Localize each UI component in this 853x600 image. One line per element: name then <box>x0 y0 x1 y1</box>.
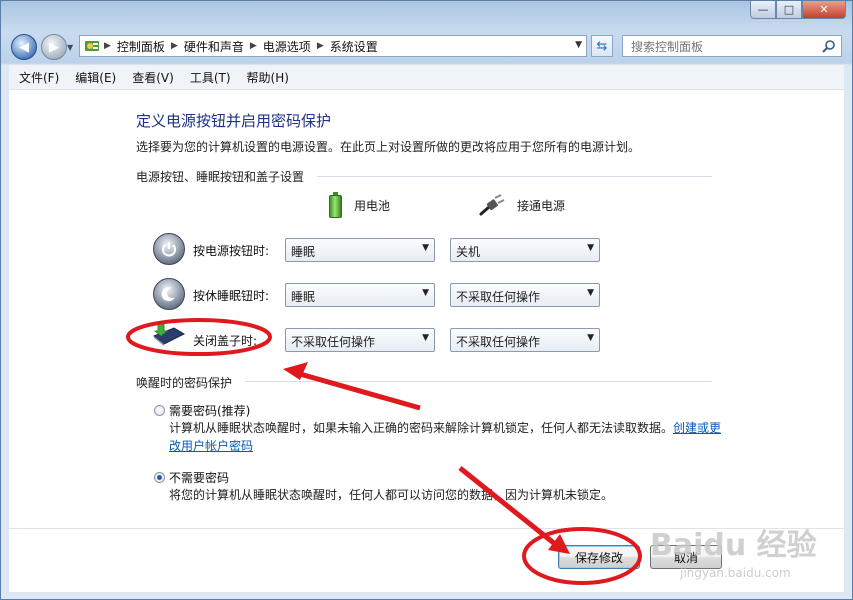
forward-arrow-icon: ▶ <box>49 39 59 55</box>
recent-pages-dropdown[interactable]: ▼ <box>67 43 73 52</box>
section-divider <box>317 176 712 177</box>
address-bar[interactable]: ▶ 控制面板 ▶ 硬件和声音 ▶ 电源选项 ▶ 系统设置 ▼ <box>79 35 587 57</box>
search-icon[interactable] <box>822 39 836 53</box>
save-changes-button[interactable]: 保存修改 <box>558 545 640 569</box>
dropdown-arrow-icon: ▼ <box>587 243 594 253</box>
dropdown-arrow-icon: ▼ <box>422 333 429 343</box>
close-button[interactable]: ✕ <box>802 1 846 19</box>
back-arrow-icon: ◀ <box>19 39 29 55</box>
no-password-label[interactable]: 不需要密码 <box>169 469 229 486</box>
back-button[interactable]: ◀ <box>11 34 37 60</box>
menu-edit[interactable]: 编辑(E) <box>75 69 116 86</box>
column-label-battery: 用电池 <box>354 198 391 213</box>
select-value: 不采取任何操作 <box>291 335 376 349</box>
window-controls: — □ ✕ <box>750 1 846 19</box>
section-heading-wake-password: 唤醒时的密码保护 <box>136 376 233 390</box>
control-panel-icon <box>85 41 99 51</box>
select-value: 睡眠 <box>291 245 316 259</box>
dropdown-arrow-icon: ▼ <box>587 288 594 298</box>
close-lid-plugged-select[interactable]: 不采取任何操作 ▼ <box>450 328 600 352</box>
row-label-close-lid: 关闭盖子时: <box>193 334 258 348</box>
sleep-button-battery-select[interactable]: 睡眠 ▼ <box>285 283 435 307</box>
address-dropdown-icon[interactable]: ▼ <box>575 40 582 50</box>
select-value: 不采取任何操作 <box>456 290 541 304</box>
refresh-icon: ⇆ <box>596 38 608 54</box>
breadcrumb: 控制面板 ▶ 硬件和声音 ▶ 电源选项 ▶ 系统设置 <box>117 38 378 55</box>
breadcrumb-chevron-icon[interactable]: ▶ <box>171 41 178 51</box>
power-button-plugged-select[interactable]: 关机 ▼ <box>450 238 600 262</box>
require-password-description: 计算机从睡眠状态唤醒时，如果未输入正确的密码来解除计算机锁定，任何人都无法读取数… <box>169 419 729 455</box>
require-password-desc-text: 计算机从睡眠状态唤醒时，如果未输入正确的密码来解除计算机锁定，任何人都无法读取数… <box>169 421 674 435</box>
control-panel-window: — □ ✕ ◀ ▶ ▼ ▶ 控制面板 ▶ 硬件和声音 ▶ 电源选项 ▶ 系统设置 <box>0 0 853 600</box>
menu-tools[interactable]: 工具(T) <box>190 69 231 86</box>
section-divider <box>245 381 712 382</box>
breadcrumb-hardware-sound[interactable]: 硬件和声音 <box>184 38 244 55</box>
power-button-icon <box>153 233 185 265</box>
require-password-label[interactable]: 需要密码(推荐) <box>169 402 250 419</box>
dropdown-arrow-icon: ▼ <box>422 288 429 298</box>
row-label-power-button: 按电源按钮时: <box>193 244 270 258</box>
close-lid-battery-select[interactable]: 不采取任何操作 ▼ <box>285 328 435 352</box>
laptop-lid-icon <box>153 323 186 346</box>
column-header-battery: 用电池 <box>329 192 390 218</box>
maximize-button[interactable]: □ <box>776 1 802 19</box>
page-description: 选择要为您的计算机设置的电源设置。在此页上对设置所做的更改将应用于您所有的电源计… <box>136 140 641 154</box>
no-password-description: 将您的计算机从睡眠状态唤醒时，任何人都可以访问您的数据，因为计算机未锁定。 <box>169 488 614 502</box>
sleep-button-icon <box>153 278 185 310</box>
search-box[interactable] <box>622 35 842 57</box>
section-heading-power-buttons: 电源按钮、睡眠按钮和盖子设置 <box>136 170 305 184</box>
battery-icon <box>329 192 342 218</box>
no-password-radio[interactable] <box>154 472 165 483</box>
minimize-button[interactable]: — <box>750 1 776 19</box>
menu-view[interactable]: 查看(V) <box>132 69 174 86</box>
forward-button[interactable]: ▶ <box>41 34 67 60</box>
refresh-button[interactable]: ⇆ <box>591 35 613 57</box>
baidu-watermark-url: jingyan.baidu.com <box>680 566 791 580</box>
page-title: 定义电源按钮并启用密码保护 <box>136 112 332 130</box>
dropdown-arrow-icon: ▼ <box>587 333 594 343</box>
dropdown-arrow-icon: ▼ <box>422 243 429 253</box>
select-value: 关机 <box>456 245 481 259</box>
breadcrumb-chevron-icon[interactable]: ▶ <box>317 41 324 51</box>
select-value: 睡眠 <box>291 290 316 304</box>
column-header-plugged-in: 接通电源 <box>479 194 565 216</box>
column-label-plugged-in: 接通电源 <box>517 198 566 213</box>
select-value: 不采取任何操作 <box>456 335 541 349</box>
sleep-button-plugged-select[interactable]: 不采取任何操作 ▼ <box>450 283 600 307</box>
search-input[interactable] <box>629 37 823 57</box>
title-bar: — □ ✕ ◀ ▶ ▼ ▶ 控制面板 ▶ 硬件和声音 ▶ 电源选项 ▶ 系统设置 <box>1 1 852 65</box>
breadcrumb-chevron-icon[interactable]: ▶ <box>250 41 257 51</box>
main-content: 定义电源按钮并启用密码保护 选择要为您的计算机设置的电源设置。在此页上对设置所做… <box>9 90 844 592</box>
menu-file[interactable]: 文件(F) <box>19 69 59 86</box>
menu-help[interactable]: 帮助(H) <box>247 69 289 86</box>
baidu-watermark: Baidu 经验 <box>650 528 817 563</box>
power-plug-icon <box>479 194 505 216</box>
power-button-battery-select[interactable]: 睡眠 ▼ <box>285 238 435 262</box>
breadcrumb-system-settings[interactable]: 系统设置 <box>330 38 378 55</box>
breadcrumb-power-options[interactable]: 电源选项 <box>263 38 311 55</box>
breadcrumb-root-chevron-icon[interactable]: ▶ <box>104 41 111 51</box>
breadcrumb-control-panel[interactable]: 控制面板 <box>117 38 165 55</box>
row-label-sleep-button: 按休睡眠钮时: <box>193 289 270 303</box>
menu-bar: 文件(F) 编辑(E) 查看(V) 工具(T) 帮助(H) <box>9 65 844 90</box>
require-password-radio[interactable] <box>154 405 165 416</box>
